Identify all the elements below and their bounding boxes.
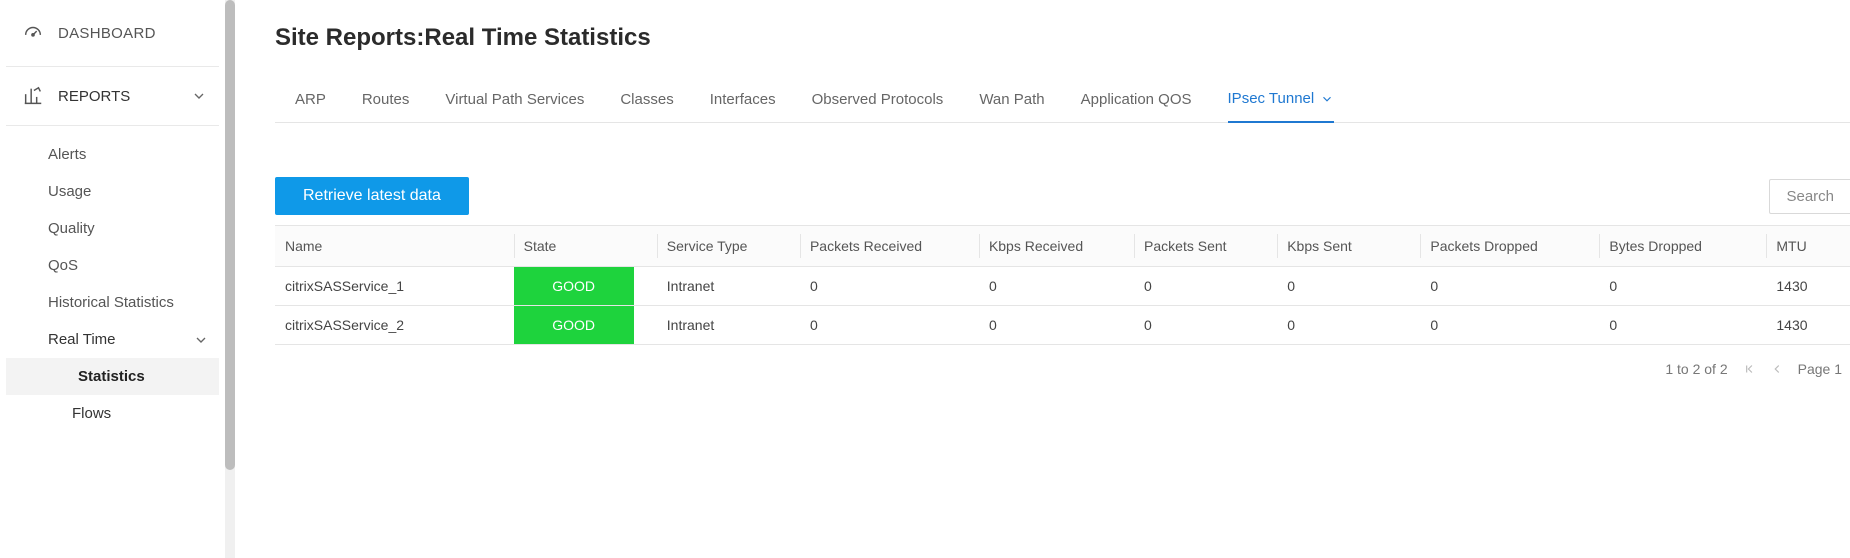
cell-packets-received: 0	[800, 306, 979, 345]
chevron-down-icon	[191, 88, 207, 104]
sidebar-dashboard-label: DASHBOARD	[58, 25, 156, 42]
tab-label: ARP	[295, 91, 326, 108]
cell-packets-received: 0	[800, 267, 979, 306]
cell-kbps-received: 0	[979, 267, 1134, 306]
table-body: citrixSASService_1 GOOD Intranet 0 0 0 0…	[275, 267, 1850, 345]
tab-ipsec-tunnel[interactable]: IPsec Tunnel	[1228, 80, 1335, 123]
table-row[interactable]: citrixSASService_2 GOOD Intranet 0 0 0 0…	[275, 306, 1850, 345]
cell-bytes-dropped: 0	[1599, 267, 1766, 306]
sidebar-item-label: Historical Statistics	[48, 294, 174, 311]
gauge-icon	[22, 22, 44, 44]
sidebar-item-statistics[interactable]: Statistics	[6, 358, 219, 395]
tab-application-qos[interactable]: Application QOS	[1081, 81, 1192, 122]
sidebar-item-real-time[interactable]: Real Time	[0, 321, 225, 358]
sidebar-reports-label: REPORTS	[58, 88, 130, 105]
sidebar-item-qos[interactable]: QoS	[0, 247, 225, 284]
col-kbps-sent[interactable]: Kbps Sent	[1277, 226, 1420, 267]
cell-mtu: 1430	[1766, 267, 1850, 306]
sidebar-item-usage[interactable]: Usage	[0, 173, 225, 210]
col-packets-dropped[interactable]: Packets Dropped	[1420, 226, 1599, 267]
pager-first-button[interactable]	[1742, 362, 1756, 376]
tabs: ARP Routes Virtual Path Services Classes…	[275, 80, 1850, 123]
chevron-left-icon	[1770, 362, 1784, 376]
cell-state: GOOD	[514, 306, 657, 345]
pagination: 1 to 2 of 2 Page 1	[275, 345, 1850, 377]
cell-kbps-received: 0	[979, 306, 1134, 345]
sidebar-item-label: Alerts	[48, 146, 86, 163]
state-badge: GOOD	[514, 306, 634, 344]
tab-wan-path[interactable]: Wan Path	[979, 81, 1044, 122]
col-name[interactable]: Name	[275, 226, 514, 267]
scrollbar-thumb[interactable]	[225, 0, 235, 470]
cell-state: GOOD	[514, 267, 657, 306]
main-content: Site Reports:Real Time Statistics ARP Ro…	[235, 0, 1850, 377]
tab-label: IPsec Tunnel	[1228, 90, 1315, 107]
cell-name: citrixSASService_2	[275, 306, 514, 345]
cell-service-type: Intranet	[657, 267, 800, 306]
chevron-down-icon	[193, 332, 209, 348]
sidebar-item-flows[interactable]: Flows	[0, 395, 225, 432]
toolbar: Retrieve latest data Search	[275, 177, 1850, 215]
pager-prev-button[interactable]	[1770, 362, 1784, 376]
sidebar-reports-children: Alerts Usage Quality QoS Historical Stat…	[0, 126, 225, 432]
col-packets-sent[interactable]: Packets Sent	[1134, 226, 1277, 267]
state-badge: GOOD	[514, 267, 634, 305]
sidebar-scrollbar[interactable]	[225, 0, 235, 558]
pager-page-label: Page 1	[1798, 361, 1842, 377]
col-mtu[interactable]: MTU	[1766, 226, 1850, 267]
cell-packets-dropped: 0	[1420, 267, 1599, 306]
table-header-row: Name State Service Type Packets Received…	[275, 226, 1850, 267]
sidebar-item-label: Quality	[48, 220, 95, 237]
sidebar-item-label: Flows	[72, 405, 111, 422]
sidebar-item-label: Statistics	[78, 368, 145, 385]
sidebar-item-label: Real Time	[48, 331, 116, 348]
tab-label: Wan Path	[979, 91, 1044, 108]
tab-label: Routes	[362, 91, 410, 108]
tab-label: Virtual Path Services	[445, 91, 584, 108]
cell-packets-sent: 0	[1134, 306, 1277, 345]
sidebar: DASHBOARD REPORTS Alerts Usage Quality Q…	[0, 0, 225, 558]
cell-packets-sent: 0	[1134, 267, 1277, 306]
cell-kbps-sent: 0	[1277, 306, 1420, 345]
col-bytes-dropped[interactable]: Bytes Dropped	[1599, 226, 1766, 267]
search-button[interactable]: Search	[1769, 179, 1850, 214]
page-title: Site Reports:Real Time Statistics	[275, 24, 1850, 52]
tab-label: Application QOS	[1081, 91, 1192, 108]
sidebar-item-label: QoS	[48, 257, 78, 274]
col-service-type[interactable]: Service Type	[657, 226, 800, 267]
tab-routes[interactable]: Routes	[362, 81, 410, 122]
cell-service-type: Intranet	[657, 306, 800, 345]
tab-interfaces[interactable]: Interfaces	[710, 81, 776, 122]
cell-packets-dropped: 0	[1420, 306, 1599, 345]
tab-label: Interfaces	[710, 91, 776, 108]
pager-range: 1 to 2 of 2	[1665, 361, 1727, 377]
ipsec-tunnel-table: Name State Service Type Packets Received…	[275, 225, 1850, 345]
retrieve-latest-data-button[interactable]: Retrieve latest data	[275, 177, 469, 215]
tab-label: Observed Protocols	[812, 91, 944, 108]
chevron-first-icon	[1742, 362, 1756, 376]
sidebar-item-quality[interactable]: Quality	[0, 210, 225, 247]
tab-observed-protocols[interactable]: Observed Protocols	[812, 81, 944, 122]
col-packets-received[interactable]: Packets Received	[800, 226, 979, 267]
col-kbps-received[interactable]: Kbps Received	[979, 226, 1134, 267]
table-row[interactable]: citrixSASService_1 GOOD Intranet 0 0 0 0…	[275, 267, 1850, 306]
sidebar-item-alerts[interactable]: Alerts	[0, 136, 225, 173]
cell-bytes-dropped: 0	[1599, 306, 1766, 345]
sidebar-item-dashboard[interactable]: DASHBOARD	[6, 0, 219, 67]
cell-name: citrixSASService_1	[275, 267, 514, 306]
bar-chart-icon	[22, 85, 44, 107]
cell-kbps-sent: 0	[1277, 267, 1420, 306]
col-state[interactable]: State	[514, 226, 657, 267]
sidebar-item-historical-statistics[interactable]: Historical Statistics	[0, 284, 225, 321]
tab-arp[interactable]: ARP	[295, 81, 326, 122]
sidebar-item-label: Usage	[48, 183, 91, 200]
tab-classes[interactable]: Classes	[620, 81, 673, 122]
sidebar-section-reports[interactable]: REPORTS	[6, 67, 219, 126]
cell-mtu: 1430	[1766, 306, 1850, 345]
tab-label: Classes	[620, 91, 673, 108]
chevron-down-icon	[1320, 92, 1334, 106]
tab-virtual-path-services[interactable]: Virtual Path Services	[445, 81, 584, 122]
